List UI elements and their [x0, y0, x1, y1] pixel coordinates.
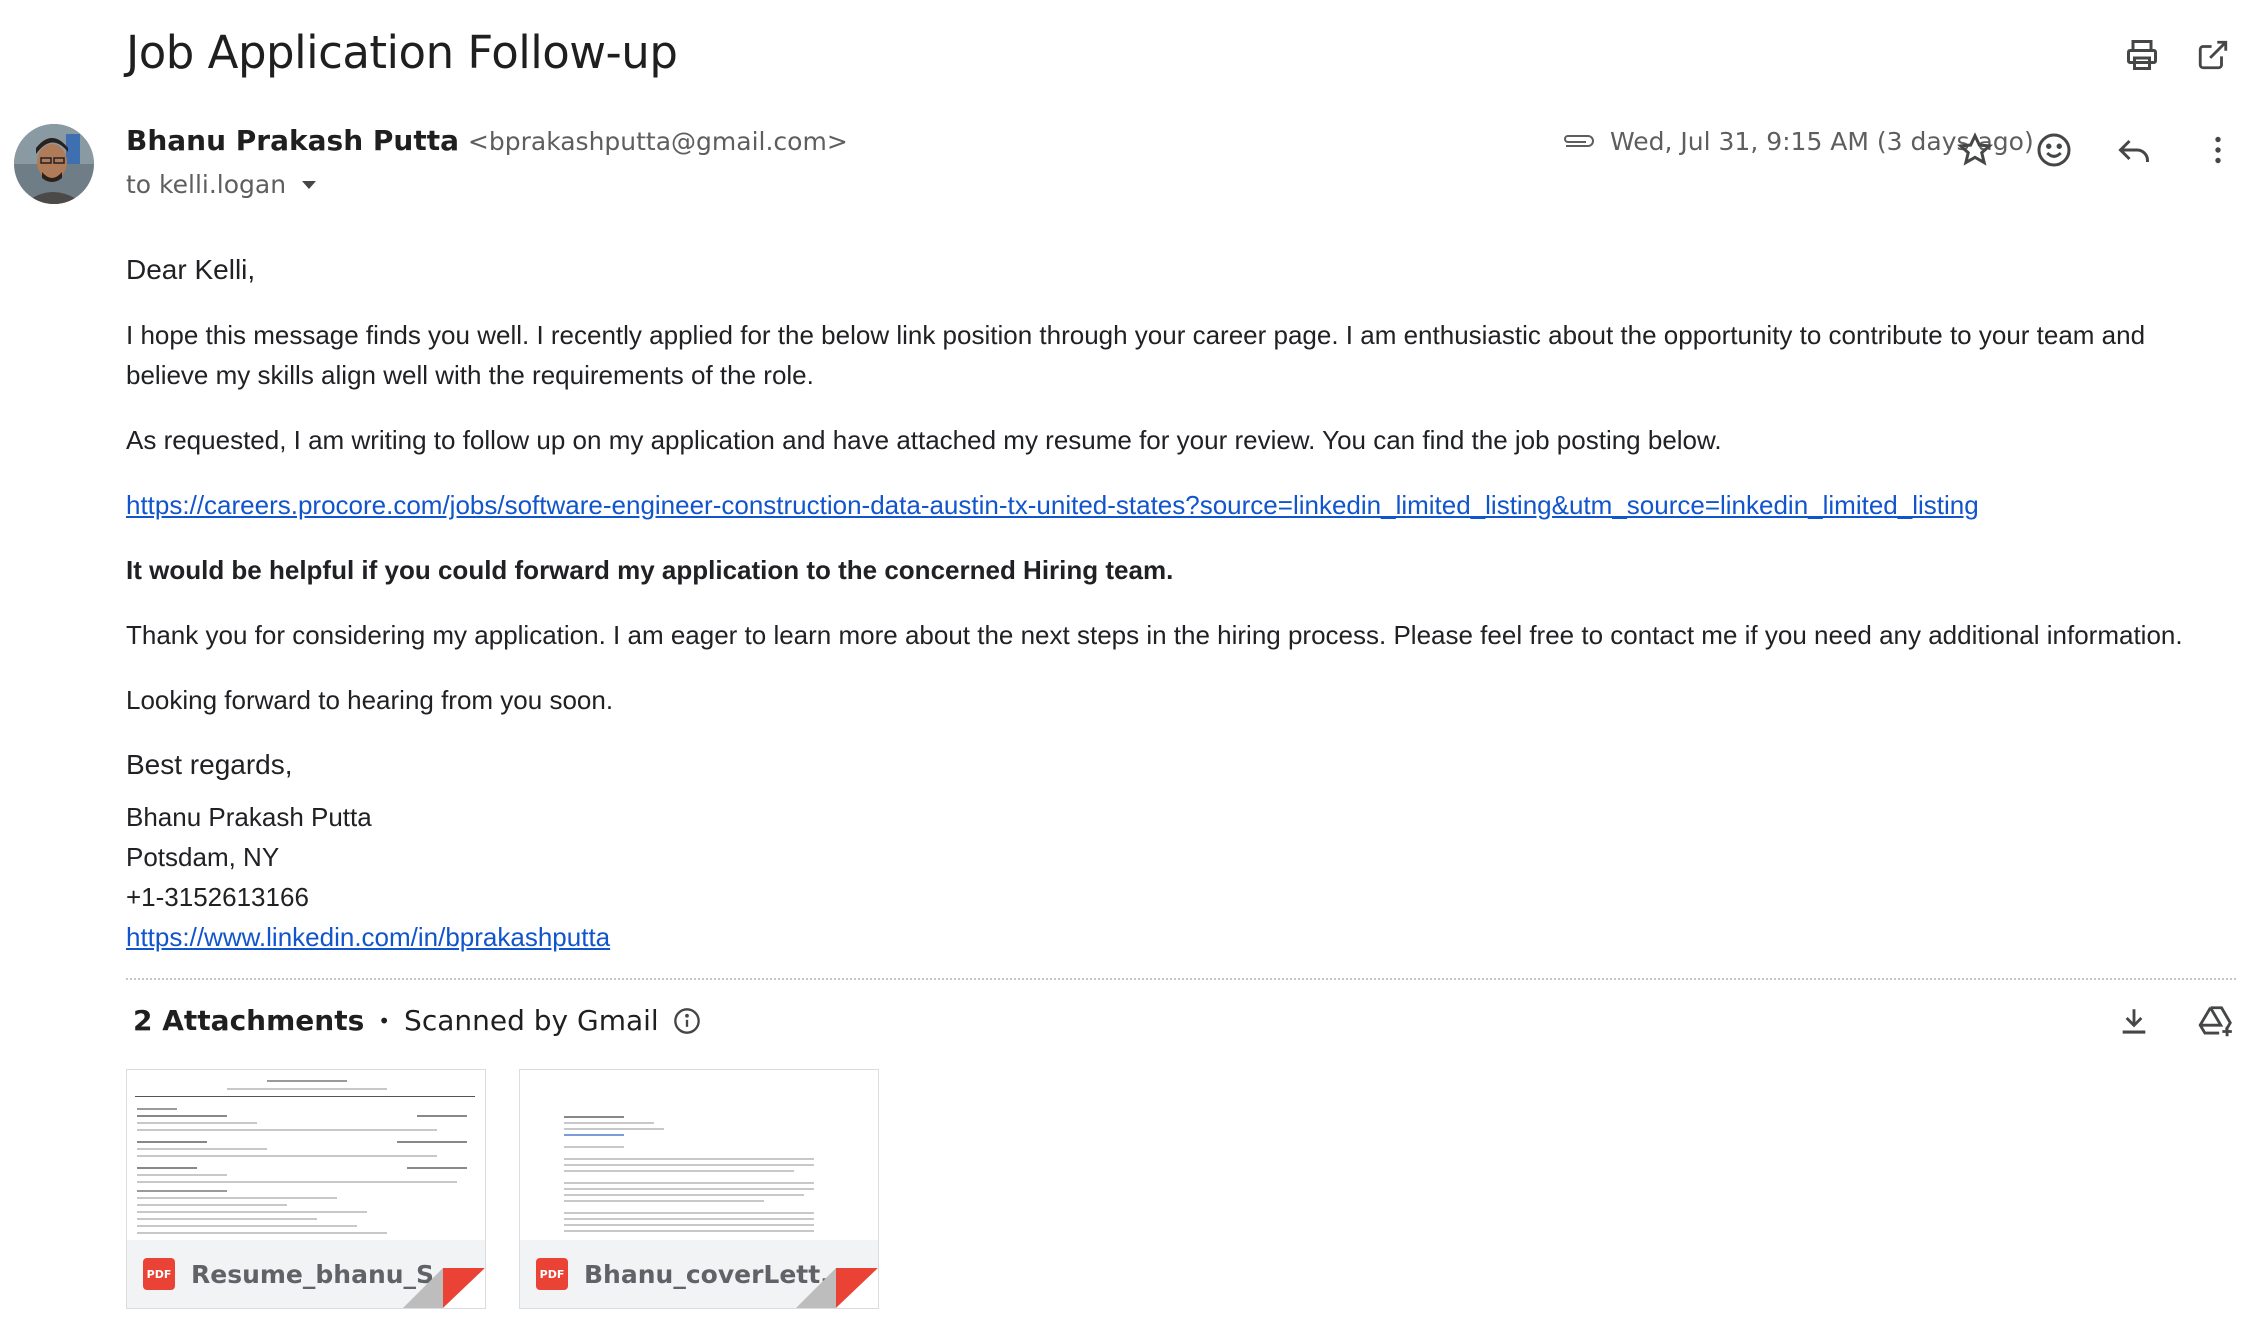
- reply-icon: [2118, 139, 2149, 162]
- star-button[interactable]: [1945, 120, 2005, 180]
- sender-email: <bprakashputta@gmail.com>: [467, 127, 848, 156]
- body-paragraph-2: As requested, I am writing to follow up …: [126, 425, 1722, 455]
- pdf-icon: PDF: [536, 1258, 568, 1290]
- bold-request-paragraph: It would be helpful if you could forward…: [126, 555, 1174, 585]
- info-icon[interactable]: [673, 1007, 701, 1035]
- printer-icon: [2127, 40, 2157, 70]
- job-posting-link[interactable]: https://careers.procore.com/jobs/softwar…: [126, 490, 1979, 520]
- attachment-card-resume[interactable]: PDF Resume_bhanu_S...: [126, 1069, 486, 1309]
- add-to-drive-button[interactable]: [2186, 992, 2246, 1052]
- linkedin-link[interactable]: https://www.linkedin.com/in/bprakashputt…: [126, 922, 610, 952]
- open-in-new-window-button[interactable]: [2188, 30, 2238, 80]
- open-in-new-window-icon: [2198, 40, 2228, 70]
- paperclip-icon: [1564, 134, 1594, 147]
- page-fold-icon: [796, 1268, 878, 1308]
- recipient-details[interactable]: to kelli.logan: [126, 170, 318, 199]
- body-paragraph-1: I hope this message finds you well. I re…: [126, 320, 2146, 390]
- recipient-label: to kelli.logan: [126, 170, 287, 199]
- body-paragraph-4: Looking forward to hearing from you soon…: [126, 685, 614, 715]
- page-fold-icon: [403, 1268, 485, 1308]
- avatar[interactable]: [14, 124, 94, 204]
- body-paragraph-3: Thank you for considering my application…: [126, 620, 2183, 650]
- signature-name: Bhanu Prakash Putta: [126, 802, 372, 832]
- print-button[interactable]: [2117, 30, 2167, 80]
- scanned-by-gmail-label: Scanned by Gmail: [404, 1004, 659, 1037]
- signature-phone: +1-3152613166: [126, 882, 309, 912]
- separator-dot: •: [378, 1008, 391, 1033]
- email-subject: Job Application Follow-up: [126, 26, 678, 79]
- signature-location: Potsdam, NY: [126, 842, 280, 872]
- chevron-down-icon[interactable]: [300, 179, 318, 191]
- reply-button[interactable]: [2104, 120, 2164, 180]
- star-icon: [1957, 132, 1993, 166]
- attachment-thumbnail: [127, 1070, 485, 1240]
- emoji-reaction-button[interactable]: [2024, 120, 2084, 180]
- signature: Bhanu Prakash Putta Potsdam, NY +1-31526…: [126, 797, 2216, 957]
- greeting: Dear Kelli,: [126, 254, 256, 285]
- attachment-thumbnail: [520, 1070, 878, 1240]
- emoji-reaction-icon: [2037, 133, 2071, 167]
- more-vert-icon: [2215, 136, 2221, 164]
- email-body: Dear Kelli, I hope this message finds yo…: [126, 250, 2216, 957]
- more-options-button[interactable]: [2188, 120, 2248, 180]
- pdf-icon: PDF: [143, 1258, 175, 1290]
- attachments-count: 2 Attachments: [133, 1004, 365, 1037]
- sender-name[interactable]: Bhanu Prakash Putta: [126, 124, 459, 157]
- attachment-card-cover-letter[interactable]: PDF Bhanu_coverLett...: [519, 1069, 879, 1309]
- sender-line: Bhanu Prakash Putta <bprakashputta@gmail…: [126, 124, 848, 157]
- add-to-drive-icon: [2198, 1006, 2232, 1037]
- download-all-button[interactable]: [2104, 992, 2164, 1052]
- closing-regards: Best regards,: [126, 749, 293, 780]
- download-all-icon: [2122, 1009, 2146, 1034]
- attachments-divider: [126, 978, 2236, 980]
- attachments-header: 2 Attachments • Scanned by Gmail: [133, 1004, 701, 1037]
